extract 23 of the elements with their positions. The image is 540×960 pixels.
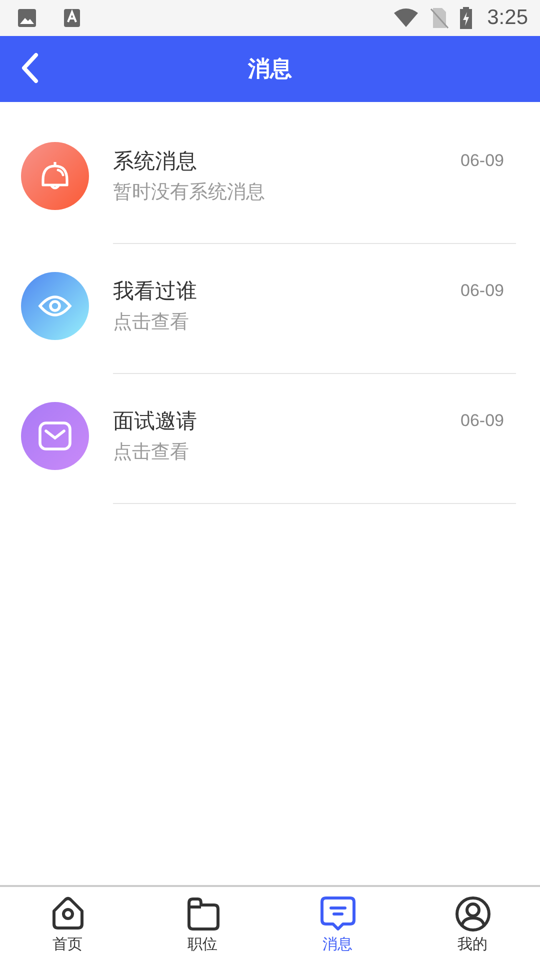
user-icon [454, 895, 492, 933]
tab-bar-item[interactable]: 消息 [270, 887, 405, 960]
chat-bubble-icon [318, 895, 356, 933]
battery-icon [459, 7, 474, 29]
no-sim-icon [429, 7, 450, 29]
message-title[interactable]: 系统消息 [113, 147, 197, 175]
status-time: 3:25 [487, 6, 528, 30]
message-date: 06-09 [460, 281, 504, 301]
message-preview: 点击查看 [113, 310, 189, 335]
tab-bar-item[interactable]: 首页 [0, 887, 135, 960]
tab-bar-item[interactable]: 我的 [405, 887, 540, 960]
font-icon [63, 8, 81, 28]
image-icon [17, 8, 37, 28]
page-title: 消息 [248, 56, 292, 84]
back-icon[interactable] [20, 52, 40, 84]
tab-bar-item[interactable]: 职位 [135, 887, 270, 960]
wifi-icon [393, 8, 420, 28]
message-date: 06-09 [460, 151, 504, 171]
message-title[interactable]: 面试邀请 [113, 407, 197, 435]
message-title[interactable]: 我看过谁 [113, 277, 197, 305]
message-preview: 暂时没有系统消息 [113, 180, 265, 205]
message-date: 06-09 [460, 411, 504, 431]
message-preview: 点击查看 [113, 440, 189, 465]
